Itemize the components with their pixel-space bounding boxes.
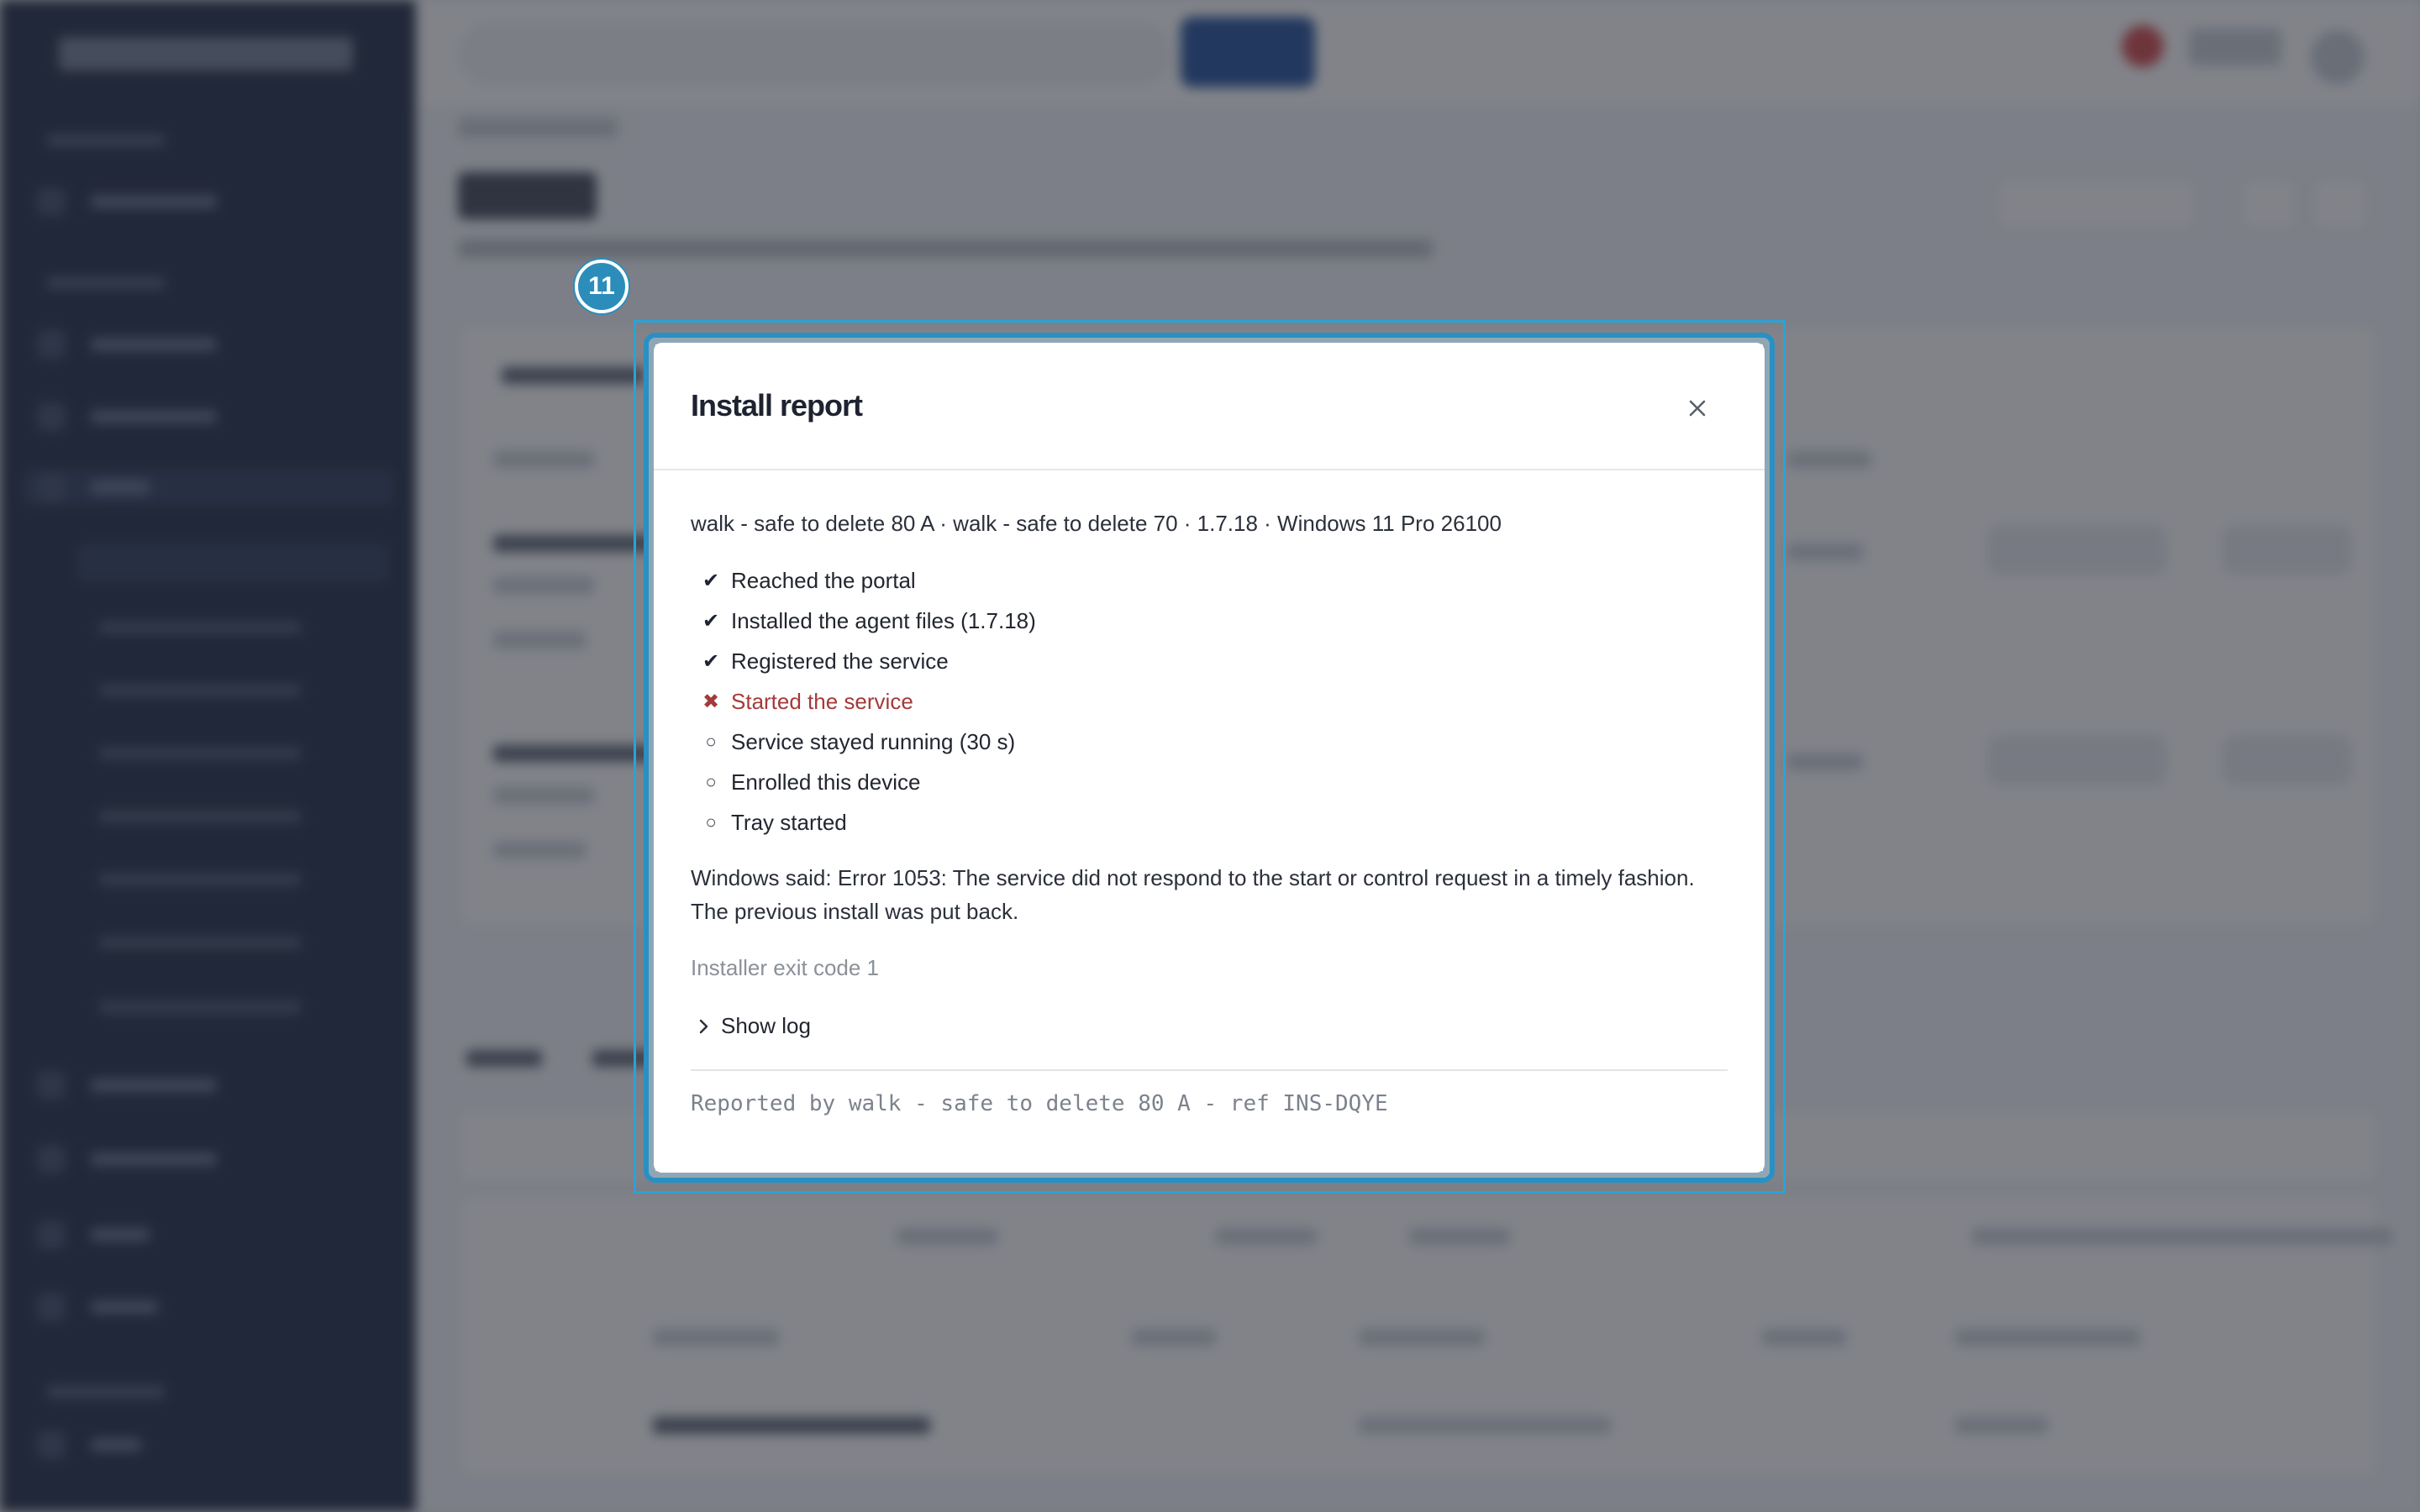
check-icon: ✔ [702,569,720,592]
check-icon: ✔ [702,609,720,633]
install-steps-list: ✔ Reached the portal ✔ Installed the age… [691,560,1728,843]
install-step-pending: ○ Tray started [691,802,1728,843]
close-button[interactable] [1682,393,1712,423]
install-step-failed: ✖ Started the service [691,681,1728,722]
step-label: Registered the service [731,648,949,674]
install-step: ✔ Installed the agent files (1.7.18) [691,601,1728,641]
step-label: Service stayed running (30 s) [731,728,1016,754]
install-summary: walk - safe to delete 80 A · walk - safe… [691,511,1502,536]
focus-step-badge: 11 [575,260,629,313]
installer-exit-code: Installer exit code 1 [691,955,880,980]
step-label: Enrolled this device [731,769,921,795]
chevron-right-icon [699,1019,708,1033]
circle-icon: ○ [705,771,717,792]
step-label: Started the service [731,688,913,714]
show-log-label: Show log [721,1013,811,1038]
show-log-toggle[interactable]: Show log [691,1013,1728,1039]
install-step: ✔ Reached the portal [691,560,1728,601]
dialog-header: Install report [654,343,1765,470]
step-label: Installed the agent files (1.7.18) [731,607,1036,633]
install-step-pending: ○ Enrolled this device [691,762,1728,802]
report-reference: Reported by walk - safe to delete 80 A -… [691,1091,1388,1116]
step-label: Reached the portal [731,567,916,593]
windows-error-message: Windows said: Error 1053: The service di… [691,865,1695,924]
cross-icon: ✖ [702,690,720,713]
circle-icon: ○ [705,731,717,752]
dialog-body: walk - safe to delete 80 A · walk - safe… [654,470,1765,1116]
divider [691,1069,1728,1071]
install-report-dialog: Install report walk - safe to delete 80 … [644,333,1775,1183]
dialog-title: Install report [691,388,863,423]
step-label: Tray started [731,809,847,835]
close-icon [1689,400,1706,417]
install-step-pending: ○ Service stayed running (30 s) [691,722,1728,762]
circle-icon: ○ [705,811,717,832]
install-step: ✔ Registered the service [691,641,1728,681]
check-icon: ✔ [702,649,720,673]
